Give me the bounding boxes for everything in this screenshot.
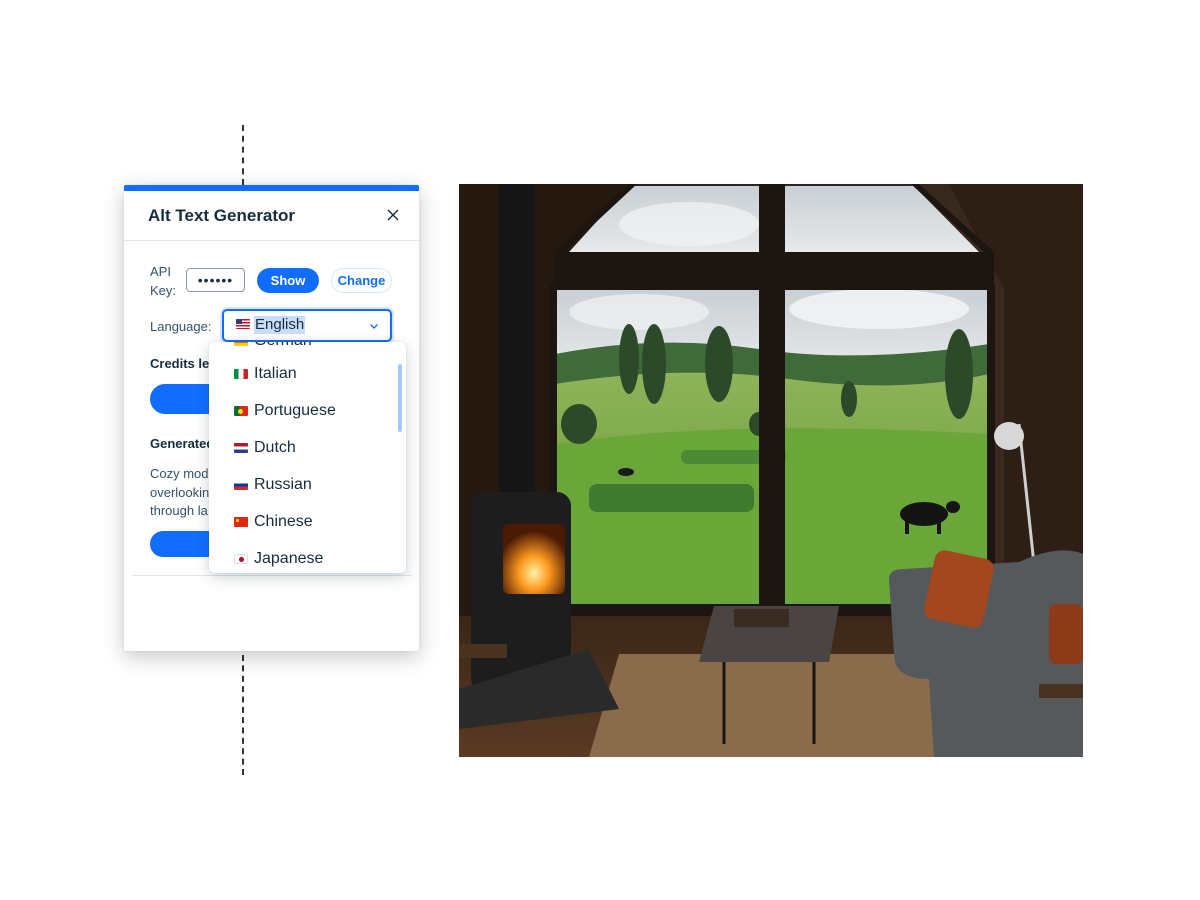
panel-divider — [132, 575, 411, 576]
dropdown-scrollbar[interactable] — [398, 364, 402, 432]
dropdown-item-label: Chinese — [254, 513, 313, 530]
dropdown-item-label: Russian — [254, 476, 312, 493]
show-api-key-button[interactable]: Show — [257, 268, 319, 293]
language-dropdown-list[interactable]: German Italian Portuguese Dutch Russian … — [209, 342, 406, 573]
language-label: Language: — [150, 319, 212, 334]
cabin-living-room-with-pasture-view-image — [459, 184, 1083, 757]
generated-text-label: Generated — [150, 436, 215, 451]
flag-germany-icon — [234, 342, 248, 346]
dropdown-item-italian[interactable]: Italian — [209, 357, 406, 394]
dropdown-item-dutch[interactable]: Dutch — [209, 431, 406, 468]
panel-header: Alt Text Generator — [124, 191, 419, 241]
language-selected-value: English — [254, 316, 306, 334]
credits-left-label: Credits lef — [150, 356, 214, 371]
dropdown-item-russian[interactable]: Russian — [209, 468, 406, 505]
guide-dashed-line-top — [242, 125, 244, 185]
dropdown-item-label: Italian — [254, 365, 297, 382]
dropdown-item-portuguese[interactable]: Portuguese — [209, 394, 406, 431]
flag-italy-icon — [234, 369, 248, 379]
dropdown-item-label: Dutch — [254, 439, 296, 456]
dropdown-item-label: German — [254, 342, 312, 350]
dropdown-item-label: Japanese — [254, 550, 324, 567]
api-key-label: API Key: — [150, 264, 177, 298]
change-api-key-button[interactable]: Change — [331, 268, 392, 293]
guide-dashed-line-bottom — [242, 655, 244, 775]
close-icon — [387, 209, 399, 221]
close-button[interactable] — [381, 203, 405, 227]
flag-portugal-icon — [234, 406, 248, 416]
dropdown-item-label: Portuguese — [254, 402, 336, 419]
flag-us-icon — [236, 319, 250, 329]
api-key-input[interactable]: •••••• — [186, 268, 245, 292]
flag-china-icon — [234, 517, 248, 527]
dropdown-item-japanese[interactable]: Japanese — [209, 542, 406, 573]
language-select[interactable]: English — [222, 309, 392, 342]
flag-japan-icon — [234, 554, 248, 564]
flag-netherlands-icon — [234, 443, 248, 453]
panel-title: Alt Text Generator — [148, 206, 296, 225]
dropdown-item-chinese[interactable]: Chinese — [209, 505, 406, 542]
flag-russia-icon — [234, 480, 248, 490]
chevron-down-icon — [370, 324, 378, 329]
